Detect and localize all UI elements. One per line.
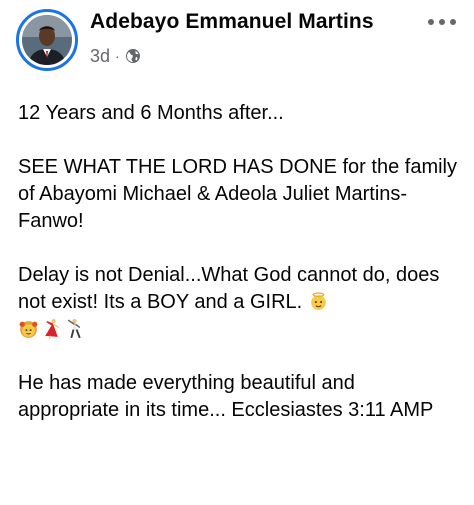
meta-separator: ·	[115, 48, 120, 64]
post-card: Adebayo Emmanuel Martins 3d · 12 Years a	[0, 0, 474, 505]
post-meta: 3d ·	[90, 45, 141, 67]
dancing-man-emoji	[64, 318, 85, 339]
post-paragraph: SEE WHAT THE LORD HAS DONE for the famil…	[18, 156, 457, 232]
post-paragraph-text: Delay is not Denial...What God cannot do…	[18, 264, 440, 313]
author-name[interactable]: Adebayo Emmanuel Martins	[90, 10, 374, 34]
post-content: 12 Years and 6 Months after... SEE WHAT …	[18, 100, 458, 451]
post-paragraph: 12 Years and 6 Months after...	[18, 102, 284, 124]
post-paragraph: He has made everything beautiful and app…	[18, 372, 434, 421]
author-avatar[interactable]	[16, 9, 78, 71]
post-timestamp[interactable]: 3d	[90, 46, 110, 67]
globe-icon[interactable]	[125, 48, 141, 64]
more-options-icon[interactable]	[424, 8, 460, 36]
girl-emoji	[18, 318, 39, 339]
post-header: Adebayo Emmanuel Martins 3d ·	[0, 0, 474, 80]
avatar-photo	[22, 15, 72, 65]
baby-angel-emoji	[308, 291, 329, 312]
post-paragraph-with-emojis: Delay is not Denial...What God cannot do…	[18, 262, 458, 343]
dancing-woman-emoji	[41, 318, 62, 339]
